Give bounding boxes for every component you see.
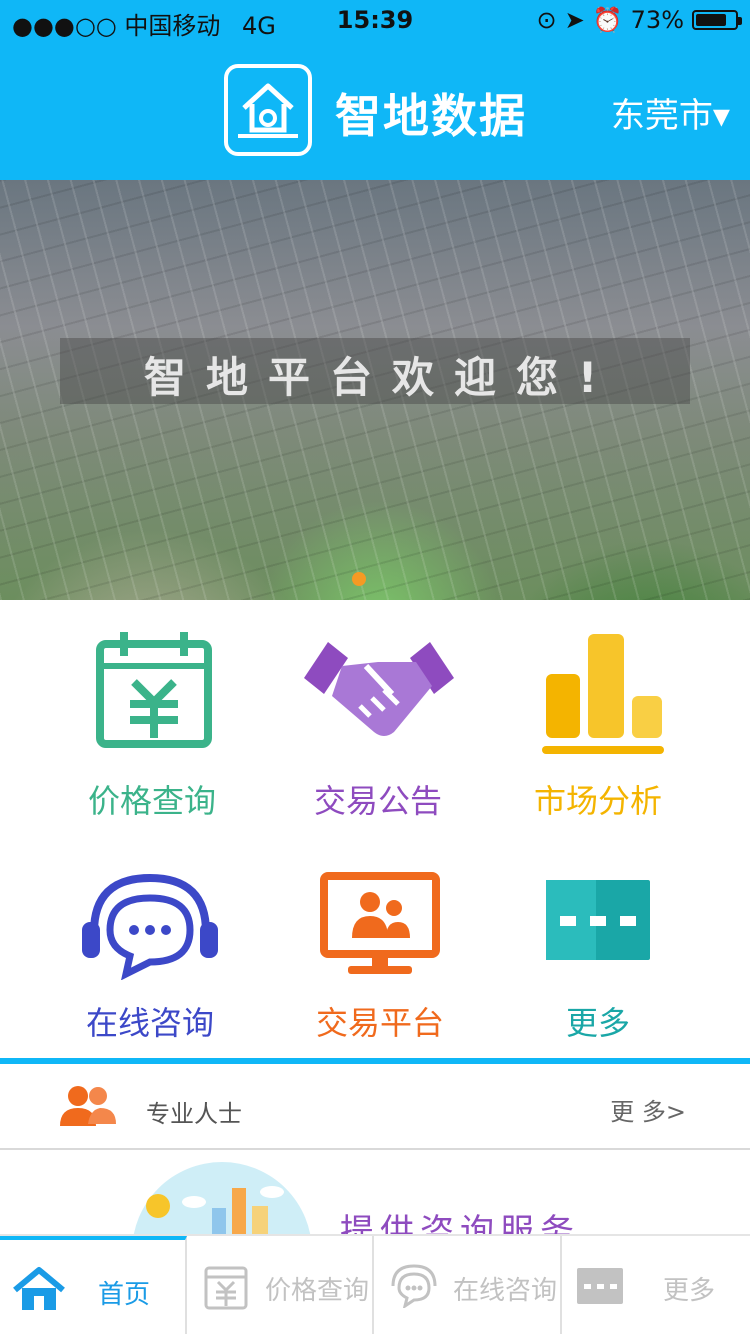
app-title: 智地数据 [335,89,527,143]
menu-label: 更多 [565,1004,630,1042]
lock-rotation-icon: ⊙ [536,6,557,34]
professionals-header: 专业人士 更 多> [0,1064,750,1150]
tab-home[interactable]: 首页 [0,1236,187,1334]
chat-bubble-icon [391,1264,437,1308]
menu-label: 市场分析 [533,782,662,820]
consult-service-card[interactable]: 提供咨询服务 [0,1150,750,1234]
professionals-more-link[interactable]: 更 多> [610,1092,686,1127]
status-bar: ●●●○○ 中国移动 4G 15:39 ⊙ ➤ ⏰ 73% [0,0,750,40]
tab-online-consult[interactable]: 在线咨询 [375,1236,562,1334]
feature-menu: 价格查询 交易公告 市场分析 在线咨询 交易平台 更多 [0,600,750,1058]
bottom-tab-bar: 首页 价格查询 在线咨询 更多 [0,1234,750,1334]
battery-percent: 73% [630,6,684,34]
calendar-yuan-icon [204,1266,248,1310]
banner-caption-text: 智地平台欢迎您! [144,353,618,402]
menu-label: 在线咨询 [85,1004,214,1042]
carousel-indicator[interactable] [352,572,366,586]
headset-chat-icon [82,873,218,980]
location-icon: ➤ [564,6,585,34]
monitor-people-icon [320,872,440,974]
alarm-icon: ⏰ [592,6,623,34]
home-icon [13,1267,65,1310]
handshake-icon [304,642,454,736]
menu-item-price-query[interactable]: 价格查询 [42,630,262,830]
menu-item-trade-platform[interactable]: 交易平台 [270,870,490,1060]
menu-label: 交易平台 [315,1004,444,1042]
more-dots-icon [546,880,650,960]
more-dots-icon [577,1268,623,1304]
menu-item-trade-notice[interactable]: 交易公告 [268,630,488,830]
city-selector[interactable]: 东莞市▾ [611,88,730,137]
banner-carousel[interactable]: 智地平台欢迎您! [0,180,750,600]
people-icon [60,1086,116,1126]
banner-caption: 智地平台欢迎您! [60,338,690,404]
menu-label: 价格查询 [87,782,216,820]
house-logo-icon [224,64,312,156]
tab-more[interactable]: 更多 [563,1236,750,1334]
bar-chart-icon [542,634,664,754]
status-right: ⊙ ➤ ⏰ 73% [536,6,742,34]
battery-icon [692,10,742,30]
tab-price-query[interactable]: 价格查询 [187,1236,374,1334]
city-illustration [132,1162,312,1234]
calendar-yuan-icon [96,632,212,748]
app-header: 智地数据 东莞市▾ [0,40,750,180]
tab-label: 更多 [663,1276,716,1306]
consult-service-title: 提供咨询服务 [340,1212,580,1234]
menu-item-market-analysis[interactable]: 市场分析 [488,630,708,830]
menu-label: 交易公告 [313,782,442,820]
menu-item-more[interactable]: 更多 [488,870,708,1060]
tab-label: 首页 [98,1280,151,1310]
tab-label: 价格查询 [265,1276,370,1306]
menu-item-online-consult[interactable]: 在线咨询 [40,870,260,1060]
professionals-title: 专业人士 [146,1100,242,1128]
tab-label: 在线咨询 [453,1276,558,1306]
